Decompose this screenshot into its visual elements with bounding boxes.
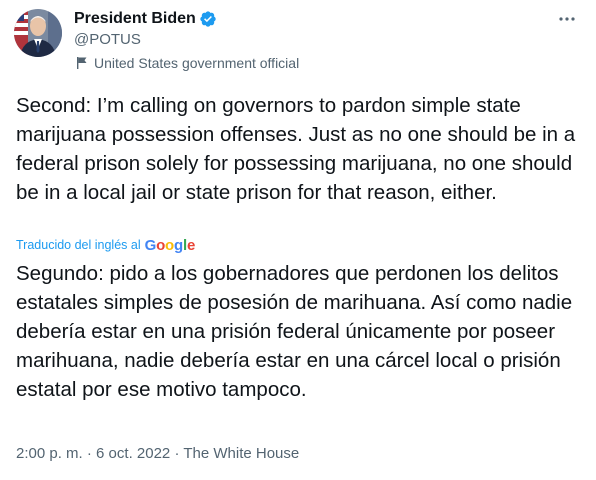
affiliation-label-text: United States government official <box>94 55 300 71</box>
meta-separator-glyph: · <box>174 445 180 462</box>
avatar[interactable] <box>14 9 62 57</box>
translation-label[interactable]: Traducido del inglés al <box>16 238 141 252</box>
google-logo-letter: e <box>186 236 196 254</box>
translated-tweet-text: Segundo: pido a los gobernadores que per… <box>16 262 573 401</box>
tweet-text: Second: I’m calling on governors to pard… <box>16 94 576 204</box>
author-display-name[interactable]: President Biden <box>74 9 196 29</box>
google-logo: Google <box>145 237 196 254</box>
avatar-image <box>14 9 62 57</box>
verified-badge-icon <box>199 10 217 28</box>
more-options-icon <box>559 17 575 21</box>
meta-separator-glyph: · <box>86 445 92 462</box>
author-name-row: President Biden <box>74 8 217 30</box>
tweet-date[interactable]: 6 oct. 2022 <box>96 445 170 462</box>
flag-icon <box>76 56 88 70</box>
tweet-source[interactable]: The White House <box>183 445 299 462</box>
affiliation-label: United States government official <box>76 53 299 73</box>
author-handle[interactable]: @POTUS <box>74 30 141 50</box>
meta-separator: · <box>87 445 96 462</box>
tweet-metadata: 2:00 p. m. · 6 oct. 2022 · The White Hou… <box>16 444 299 464</box>
more-options-button[interactable] <box>552 6 582 32</box>
tweet-time[interactable]: 2:00 p. m. <box>16 445 83 462</box>
translation-attribution: Traducido del inglés al Google <box>16 236 195 254</box>
google-logo-letter: o <box>165 236 175 254</box>
google-logo-letter: G <box>144 236 157 254</box>
google-logo-letter: o <box>156 236 166 254</box>
google-logo-letter: g <box>174 236 183 254</box>
